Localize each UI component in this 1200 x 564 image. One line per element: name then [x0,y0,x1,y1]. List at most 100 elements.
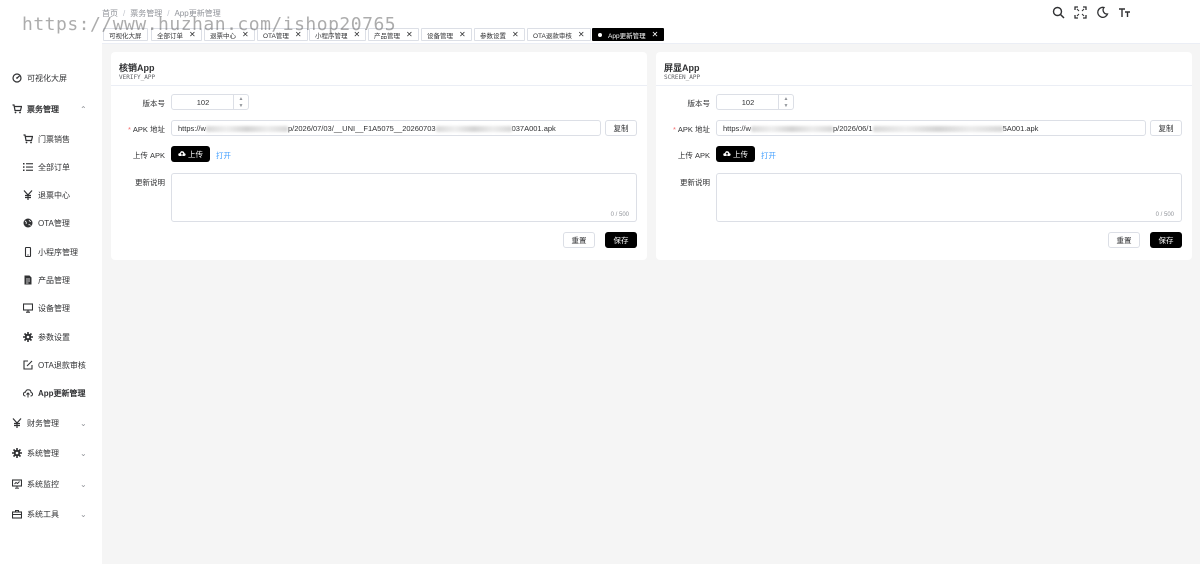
notes-label: 更新说明 [135,178,165,187]
copy-button[interactable]: 复制 [1150,120,1182,136]
cloud-upload-icon [178,150,186,159]
sidebar-item-ticket-sales[interactable]: 门票销售 [0,127,102,151]
open-link[interactable]: 打开 [216,150,231,161]
dashboard-icon [12,73,22,83]
tab-label: App更新管理 [608,32,646,40]
tab-devices[interactable]: 设备管理 ✕ [421,28,472,41]
tab-label: OTA退款审核 [533,32,572,40]
sidebar-item-label: 产品管理 [38,275,70,285]
tab-params[interactable]: 参数设置 ✕ [474,28,525,41]
sidebar-item-monitor[interactable]: 系统监控 ⌄ [0,472,102,496]
tab-label: 设备管理 [427,32,453,40]
stepper-up-icon[interactable]: ▲ [239,96,244,102]
sidebar-item-label: 全部订单 [38,162,70,172]
cart-icon [12,104,22,114]
version-label: 版本号 [687,99,711,108]
chevron-down-icon: ⌄ [80,509,87,519]
notes-label: 更新说明 [680,178,710,187]
sidebar-item-app-update[interactable]: App更新管理 [0,381,102,405]
font-size-icon[interactable] [1118,6,1131,19]
chevron-down-icon: ⌄ [80,448,87,458]
gear-icon [12,448,22,458]
chevron-up-icon: ⌃ [80,104,87,114]
tab-ota-refund-review[interactable]: OTA退款审核 ✕ [527,28,591,41]
verify-app-card: 核销App VERIFY_APP 版本号 102 ▲ ▼ * APK 地址 http… [111,52,647,260]
apk-url-input[interactable]: https://w p/2026/07/03/__UNI__F1A5075__20… [171,120,601,136]
upload-button[interactable]: 上传 [716,146,755,162]
sidebar-item-refund-center[interactable]: 退票中心 [0,183,102,207]
stepper-down-icon[interactable]: ▼ [239,103,244,109]
close-icon[interactable]: ✕ [512,30,519,39]
char-count: 0 / 500 [1155,212,1174,218]
yen-icon [12,418,22,428]
open-link[interactable]: 打开 [761,150,776,161]
close-icon[interactable]: ✕ [406,30,413,39]
sidebar-item-ticketing[interactable]: 票务管理 ⌃ [0,97,102,121]
cart-icon [23,134,33,144]
notes-textarea[interactable]: 0 / 500 [171,173,637,222]
upload-apk-label: 上传 APK [132,151,165,160]
cloud-upload-icon [23,388,33,398]
reset-button[interactable]: 重置 [1108,232,1140,248]
sidebar-item-devices[interactable]: 设备管理 [0,296,102,320]
stepper-up-icon[interactable]: ▲ [784,96,789,102]
sidebar-item-finance[interactable]: 财务管理 ⌄ [0,411,102,435]
version-label: 版本号 [142,99,166,108]
sidebar-item-miniprogram[interactable]: 小程序管理 [0,240,102,264]
monitor-icon [12,479,22,489]
sidebar-item-system[interactable]: 系统管理 ⌄ [0,441,102,465]
version-stepper[interactable]: 102 ▲ ▼ [171,94,249,110]
sidebar-item-params[interactable]: 参数设置 [0,325,102,349]
reset-button[interactable]: 重置 [563,232,595,248]
tab-app-update[interactable]: App更新管理 ✕ [592,28,665,41]
sidebar-item-label: 系统监控 [27,479,59,489]
sidebar-item-label: 小程序管理 [38,247,78,257]
sidebar-item-tools[interactable]: 系统工具 ⌄ [0,502,102,526]
card-code: SCREEN_APP [664,74,701,81]
sidebar-item-all-orders[interactable]: 全部订单 [0,155,102,179]
sidebar-item-label: 退票中心 [38,190,70,200]
sidebar-item-dashboard[interactable]: 可视化大屏 [0,66,102,90]
search-icon[interactable] [1052,6,1065,19]
close-icon[interactable]: ✕ [459,30,466,39]
sidebar-item-products[interactable]: 产品管理 [0,268,102,292]
sidebar-item-label: 设备管理 [38,303,70,313]
sidebar-item-label: 参数设置 [38,332,70,342]
dark-mode-icon[interactable] [1096,6,1109,19]
sidebar: 可视化大屏 票务管理 ⌃ 门票销售 全部订单 退票中心 OTA管理 小程序管理 … [0,0,102,564]
yen-icon [23,190,33,200]
sidebar-item-ota-refund-review[interactable]: OTA退款审核 [0,353,102,377]
card-title: 核销App [119,63,155,73]
sidebar-item-label: 票务管理 [27,104,59,114]
sidebar-item-ota[interactable]: OTA管理 [0,211,102,235]
document-icon [23,275,33,285]
chevron-down-icon: ⌄ [80,479,87,489]
close-icon[interactable]: ✕ [652,30,659,39]
close-icon[interactable]: ✕ [578,30,585,39]
apk-url-label: * APK 地址 [127,125,165,134]
active-dot-icon [598,32,602,37]
save-button[interactable]: 保存 [605,232,637,248]
gear-icon [23,332,33,342]
edit-icon [23,360,33,370]
version-value[interactable]: 102 [717,98,779,107]
fullscreen-icon[interactable] [1074,6,1087,19]
apk-url-input[interactable]: https://w p/2026/06/1 5A001.apk [716,120,1146,136]
card-title: 屏显App [664,63,700,73]
list-icon [23,162,33,172]
save-button[interactable]: 保存 [1150,232,1182,248]
copy-button[interactable]: 复制 [605,120,637,136]
card-code: VERIFY_APP [119,74,156,81]
toolbox-icon [12,509,22,519]
version-stepper[interactable]: 102 ▲ ▼ [716,94,794,110]
upload-button[interactable]: 上传 [171,146,210,162]
version-value[interactable]: 102 [172,98,234,107]
stepper-down-icon[interactable]: ▼ [784,103,789,109]
tab-label: 参数设置 [480,32,506,40]
sidebar-item-label: 可视化大屏 [27,73,67,83]
chevron-down-icon: ⌄ [80,418,87,428]
notes-textarea[interactable]: 0 / 500 [716,173,1182,222]
char-count: 0 / 500 [610,212,629,218]
sidebar-item-label: 财务管理 [27,418,59,428]
cloud-upload-icon [723,150,731,159]
